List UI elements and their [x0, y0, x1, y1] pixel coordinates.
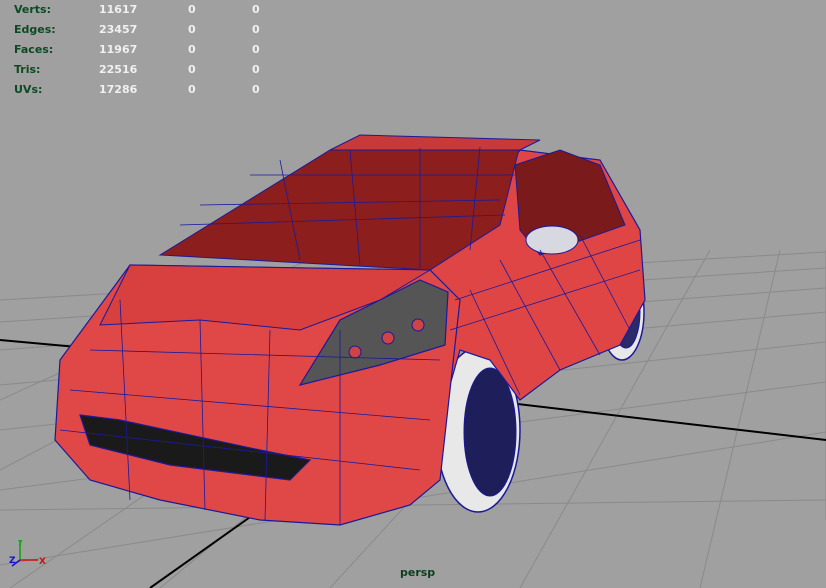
hud-total: 11617 — [99, 3, 138, 16]
hud-row-tris: Tris: 22516 0 0 — [14, 60, 274, 80]
axis-gizmo-icon: X Y Z — [9, 540, 46, 567]
hud-row-edges: Edges: 23457 0 0 — [14, 20, 274, 40]
axis-y-label: Y — [16, 540, 24, 548]
hud-total: 23457 — [99, 23, 138, 36]
hud-label: UVs: — [14, 83, 43, 96]
hud-component: 0 — [252, 63, 260, 76]
axis-z-label: Z — [9, 556, 16, 566]
hud-component: 0 — [252, 83, 260, 96]
hud-row-faces: Faces: 11967 0 0 — [14, 40, 274, 60]
car-model[interactable] — [54, 134, 646, 526]
poly-count-hud: Verts: 11617 0 0 Edges: 23457 0 0 Faces:… — [14, 0, 274, 100]
hud-selected: 0 — [188, 83, 196, 96]
car-roof — [329, 134, 541, 151]
hud-total: 22516 — [99, 63, 138, 76]
hud-selected: 0 — [188, 43, 196, 56]
hud-label: Tris: — [14, 63, 41, 76]
hud-component: 0 — [252, 3, 260, 16]
hud-component: 0 — [252, 23, 260, 36]
hud-component: 0 — [252, 43, 260, 56]
camera-name-label: persp — [400, 566, 436, 579]
hud-total: 11967 — [99, 43, 138, 56]
perspective-viewport[interactable]: Verts: 11617 0 0 Edges: 23457 0 0 Faces:… — [0, 0, 826, 588]
hud-total: 17286 — [99, 83, 138, 96]
hud-selected: 0 — [188, 3, 196, 16]
hud-label: Verts: — [14, 3, 52, 16]
hud-row-verts: Verts: 11617 0 0 — [14, 0, 274, 20]
axis-x-label: X — [39, 557, 46, 567]
hud-label: Faces: — [14, 43, 54, 56]
hud-selected: 0 — [188, 23, 196, 36]
hud-selected: 0 — [188, 63, 196, 76]
hud-row-uvs: UVs: 17286 0 0 — [14, 80, 274, 100]
side-mirror — [525, 225, 579, 255]
hud-label: Edges: — [14, 23, 56, 36]
